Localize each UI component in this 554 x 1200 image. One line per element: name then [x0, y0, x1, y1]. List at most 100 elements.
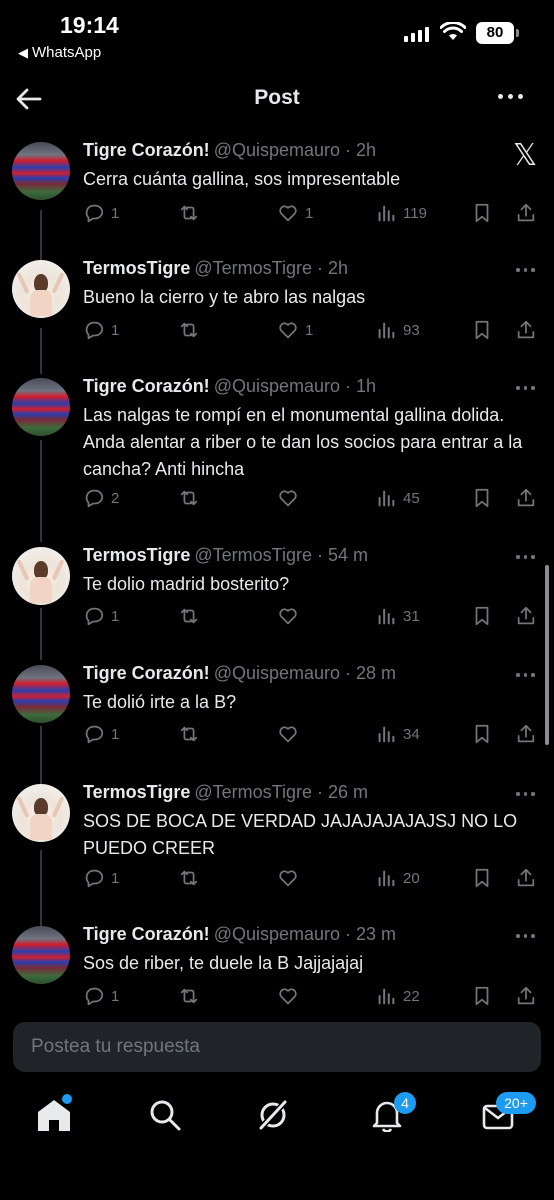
- views-button[interactable]: 45: [375, 484, 420, 512]
- avatar[interactable]: [12, 547, 70, 605]
- retweet-button[interactable]: [178, 316, 206, 344]
- tweet-author-handle[interactable]: @TermosTigre: [194, 258, 312, 278]
- tweet-author-name[interactable]: Tigre Corazón!: [83, 140, 210, 160]
- bookmark-button[interactable]: [471, 199, 493, 227]
- reply-button[interactable]: 2: [83, 484, 119, 512]
- retweet-button[interactable]: [178, 720, 206, 748]
- bookmark-button[interactable]: [471, 484, 493, 512]
- views-button[interactable]: 22: [375, 982, 420, 1010]
- bookmark-icon: [471, 723, 493, 745]
- share-button[interactable]: [515, 316, 537, 344]
- views-button[interactable]: 20: [375, 864, 420, 892]
- tweet-author-handle[interactable]: @Quispemauro: [214, 924, 340, 944]
- views-button[interactable]: 119: [375, 199, 427, 227]
- tweet-author-handle[interactable]: @Quispemauro: [214, 140, 340, 160]
- share-button[interactable]: [515, 484, 537, 512]
- views-icon: [375, 487, 397, 509]
- tab-messages[interactable]: 20+: [482, 1092, 536, 1138]
- tweet-time: · 2h: [345, 140, 377, 160]
- more-icon[interactable]: [498, 94, 530, 104]
- tweet-author-name[interactable]: TermosTigre: [83, 545, 190, 565]
- reply-button[interactable]: 1: [83, 864, 119, 892]
- tweet-author-handle[interactable]: @TermosTigre: [194, 545, 312, 565]
- tweet-author-name[interactable]: Tigre Corazón!: [83, 924, 210, 944]
- bookmark-button[interactable]: [471, 720, 493, 748]
- reply-button[interactable]: 1: [83, 720, 119, 748]
- bookmark-button[interactable]: [471, 316, 493, 344]
- bookmark-button[interactable]: [471, 602, 493, 630]
- tweet-author-handle[interactable]: @Quispemauro: [214, 376, 340, 396]
- home-notification-dot: [62, 1094, 72, 1104]
- share-icon: [515, 867, 537, 889]
- retweet-button[interactable]: [178, 864, 206, 892]
- views-icon: [375, 202, 397, 224]
- bookmark-icon: [471, 319, 493, 341]
- avatar[interactable]: [12, 926, 70, 984]
- tweet-author-name[interactable]: Tigre Corazón!: [83, 663, 210, 683]
- reply-button[interactable]: 1: [83, 982, 119, 1010]
- tweet-text: Cerra cuánta gallina, sos impresentable: [83, 169, 401, 189]
- tweet-author-name[interactable]: Tigre Corazón!: [83, 376, 210, 396]
- tab-grok[interactable]: [256, 1098, 296, 1138]
- views-count: 93: [403, 321, 420, 339]
- tweet-author-handle[interactable]: @Quispemauro: [214, 663, 340, 683]
- tweet-author-handle[interactable]: @TermosTigre: [194, 782, 312, 802]
- tweet-menu-icon[interactable]: [516, 934, 535, 938]
- tweet-menu-icon[interactable]: [516, 268, 535, 272]
- tweet-menu-icon[interactable]: [516, 386, 535, 390]
- avatar[interactable]: [12, 665, 70, 723]
- share-button[interactable]: [515, 982, 537, 1010]
- views-button[interactable]: 93: [375, 316, 420, 344]
- like-button[interactable]: [277, 720, 305, 748]
- share-icon: [515, 985, 537, 1007]
- reply-button[interactable]: 1: [83, 316, 119, 344]
- reply-input[interactable]: Postea tu respuesta: [13, 1022, 541, 1072]
- signal-icon: [404, 27, 429, 42]
- reply-button[interactable]: 1: [83, 602, 119, 630]
- avatar[interactable]: [12, 260, 70, 318]
- share-button[interactable]: [515, 720, 537, 748]
- avatar[interactable]: [12, 784, 70, 842]
- bookmark-icon: [471, 487, 493, 509]
- avatar[interactable]: [12, 142, 70, 200]
- views-button[interactable]: 31: [375, 602, 420, 630]
- like-button[interactable]: [277, 864, 305, 892]
- share-button[interactable]: [515, 199, 537, 227]
- share-button[interactable]: [515, 602, 537, 630]
- retweet-button[interactable]: [178, 602, 206, 630]
- views-count: 20: [403, 869, 420, 887]
- tweet-menu-icon[interactable]: [516, 673, 535, 677]
- tweet-menu-icon[interactable]: [516, 792, 535, 796]
- tweet-actions: 2 45: [83, 484, 543, 512]
- views-button[interactable]: 34: [375, 720, 420, 748]
- tweet-author-name[interactable]: TermosTigre: [83, 782, 190, 802]
- like-count: 1: [305, 204, 314, 222]
- tab-search[interactable]: [148, 1098, 188, 1138]
- tweet-actions: 1 34: [83, 720, 543, 748]
- like-button[interactable]: [277, 982, 305, 1010]
- bookmark-button[interactable]: [471, 864, 493, 892]
- back-to-app-link[interactable]: ◀ WhatsApp: [18, 44, 101, 61]
- retweet-button[interactable]: [178, 199, 206, 227]
- reply-button[interactable]: 1: [83, 199, 119, 227]
- retweet-button[interactable]: [178, 484, 206, 512]
- tweet-author-name[interactable]: TermosTigre: [83, 258, 190, 278]
- tweet-menu-icon[interactable]: [516, 555, 535, 559]
- views-count: 31: [403, 607, 420, 625]
- retweet-button[interactable]: [178, 982, 206, 1010]
- bookmark-button[interactable]: [471, 982, 493, 1010]
- like-button[interactable]: 1: [277, 316, 313, 344]
- like-button[interactable]: 1: [277, 199, 313, 227]
- tweet-actions: 1 1 93: [83, 316, 543, 344]
- scrollbar[interactable]: [545, 565, 549, 745]
- share-button[interactable]: [515, 864, 537, 892]
- tab-home[interactable]: [36, 1094, 76, 1138]
- tweet-time: · 54 m: [317, 545, 369, 565]
- like-button[interactable]: [277, 602, 305, 630]
- avatar[interactable]: [12, 378, 70, 436]
- like-button[interactable]: [277, 484, 305, 512]
- tab-notifications[interactable]: 4: [370, 1092, 416, 1138]
- bookmark-icon: [471, 985, 493, 1007]
- views-icon: [375, 319, 397, 341]
- share-icon: [515, 202, 537, 224]
